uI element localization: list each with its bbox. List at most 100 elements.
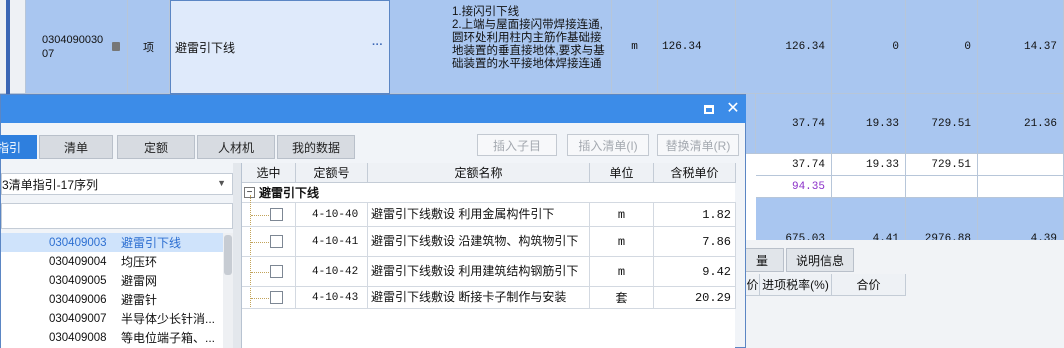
tree-item[interactable]: 030409005 避雷网 (1, 271, 233, 290)
select-cell[interactable] (242, 257, 296, 287)
row5-cell-1[interactable]: 675.03 (756, 198, 832, 242)
col-select-label: 选中 (256, 166, 281, 180)
item-type: 项 (143, 41, 154, 54)
library-select-value: 3清单指引-17序列 (2, 177, 99, 192)
select-cell[interactable] (242, 203, 296, 227)
item-code-cell[interactable]: 0304090030 07 (26, 0, 128, 94)
select-cell[interactable] (242, 287, 296, 309)
row4-cell-1[interactable]: 94.35 (756, 176, 832, 198)
tree-scrollbar[interactable] (223, 233, 233, 348)
tab-description-label: 说明信息 (795, 253, 844, 268)
col-total-label: 合价 (856, 278, 881, 292)
quota-code-cell[interactable]: 4-10-41 (296, 227, 368, 257)
quota-price-cell[interactable]: 20.29 (654, 287, 736, 309)
row3-cell-3[interactable]: 729.51 (906, 154, 978, 176)
quota-unit-cell[interactable]: m (590, 203, 654, 227)
item-unit-cell[interactable]: m (612, 0, 658, 94)
tab-partial[interactable]: 量 (740, 248, 784, 272)
tab-description[interactable]: 说明信息 (786, 248, 854, 272)
row4-cell-2[interactable] (832, 176, 906, 198)
value-cell-5[interactable]: 14.37 (978, 0, 1064, 94)
library-select[interactable]: 3清单指引-17序列 ▼ (1, 173, 233, 195)
row2-cell-3[interactable]: 729.51 (906, 94, 978, 154)
row5-cell-4[interactable]: 4.39 (978, 198, 1064, 242)
item-unit: m (631, 40, 638, 53)
quota-table: 选中 定额号 定额名称 单位 含税单价 − 避雷引下线 4-10-40 避雷引下线… (241, 163, 736, 348)
insert-list-button[interactable]: 插入清单(I) (567, 134, 649, 156)
tree-item[interactable]: 030409006 避雷针 (1, 290, 233, 309)
tree-item[interactable]: 030409008 等电位端子箱、... (1, 328, 233, 347)
quota-name-cell[interactable]: 避雷引下线敷设 断接卡子制作与安装 (368, 287, 590, 309)
tree-item-name: 避雷网 (121, 274, 158, 288)
quota-price-cell[interactable]: 7.86 (654, 227, 736, 257)
qty-cell-2[interactable]: 126.34 (736, 0, 832, 94)
row5-cell-3[interactable]: 2976.88 (906, 198, 978, 242)
col-price: 含税单价 (654, 163, 736, 183)
quota-code-cell[interactable]: 4-10-40 (296, 203, 368, 227)
quota-price-cell[interactable]: 1.82 (654, 203, 736, 227)
row3-cell-1[interactable]: 37.74 (756, 154, 832, 176)
col-unit: 单位 (590, 163, 654, 183)
item-type-cell[interactable]: 项 (128, 0, 170, 94)
panel-splitter[interactable] (233, 163, 241, 348)
dialog-title-bar[interactable]: ✕ (1, 95, 746, 123)
row2-cell-2[interactable]: 19.33 (832, 94, 906, 154)
col-code-label: 定额号 (313, 166, 350, 180)
quota-unit: m (617, 264, 626, 279)
tree-item[interactable]: 030409003 避雷引下线 (1, 233, 233, 252)
row2-value-3: 729.51 (931, 117, 971, 130)
quota-name-cell[interactable]: 避雷引下线敷设 沿建筑物、构筑物引下 (368, 227, 590, 257)
quota-unit-cell[interactable]: m (590, 257, 654, 287)
close-button[interactable]: ✕ (723, 99, 743, 119)
row3-cell-2[interactable]: 19.33 (832, 154, 906, 176)
quota-unit-cell[interactable]: 套 (590, 287, 654, 309)
row-checkbox[interactable] (270, 208, 283, 221)
select-cell[interactable] (242, 227, 296, 257)
row3-value-3: 729.51 (931, 158, 971, 171)
tree-item[interactable]: 030409007 半导体少长针消... (1, 309, 233, 328)
quota-price-cell[interactable]: 9.42 (654, 257, 736, 287)
quota-code-cell[interactable]: 4-10-43 (296, 287, 368, 309)
row4-cell-4[interactable] (978, 176, 1064, 198)
row3-cell-4[interactable] (978, 154, 1064, 176)
replace-list-button[interactable]: 替换清单(R) (657, 134, 739, 156)
row2-cell-4[interactable]: 21.36 (978, 94, 1064, 154)
quota-code: 4-10-43 (312, 291, 359, 304)
row2-cell-1[interactable]: 37.74 (756, 94, 832, 154)
quota-name-cell[interactable]: 避雷引下线敷设 利用建筑结构钢筋引下 (368, 257, 590, 287)
tree-item-code: 030409004 (49, 255, 107, 268)
tree-item[interactable]: 030409004 均压环 (1, 252, 233, 271)
row-checkbox[interactable] (270, 291, 283, 304)
row4-cell-3[interactable] (906, 176, 978, 198)
row2-value-4: 21.36 (1023, 117, 1057, 130)
guide-tree: 030409003 避雷引下线 030409004 均压环 030409005 避雷网 03… (1, 233, 233, 348)
maximize-icon (704, 104, 714, 114)
more-button[interactable]: ··· (372, 39, 383, 51)
value-cell-3[interactable]: 0 (832, 0, 906, 94)
tree-item-name: 均压环 (121, 255, 158, 269)
item-name-cell[interactable]: 避雷引下线 ··· (170, 0, 390, 94)
group-row[interactable]: − 避雷引下线 (242, 183, 736, 203)
quota-code-cell[interactable]: 4-10-42 (296, 257, 368, 287)
tree-scroll-thumb[interactable] (224, 235, 232, 275)
maximize-button[interactable] (699, 99, 719, 119)
insert-child-button[interactable]: 插入子目 (477, 134, 557, 156)
row-checkbox[interactable] (270, 235, 283, 248)
row2-edge (746, 94, 756, 154)
item-name: 避雷引下线 (175, 40, 236, 55)
tab-guide[interactable]: 指引 (0, 135, 37, 159)
lock-icon (112, 42, 120, 51)
tab-quota[interactable]: 定额 (117, 135, 195, 159)
row3-value-1: 37.74 (791, 158, 825, 171)
qty-cell-1[interactable]: 126.34 (658, 0, 736, 94)
tab-my-data[interactable]: 我的数据 (277, 135, 355, 159)
value-cell-4[interactable]: 0 (906, 0, 978, 94)
row-checkbox[interactable] (270, 265, 283, 278)
tab-bill[interactable]: 清单 (39, 135, 113, 159)
quota-unit-cell[interactable]: m (590, 227, 654, 257)
quota-name-cell[interactable]: 避雷引下线敷设 利用金属构件引下 (368, 203, 590, 227)
item-feature-cell[interactable]: 1.接闪引下线 2.上端与屋面接闪带焊接连通,圆环处利用柱内主筋作基础接地装置的… (390, 0, 612, 94)
tab-labor-material[interactable]: 人材机 (197, 135, 275, 159)
search-input[interactable] (1, 203, 233, 229)
row5-cell-2[interactable]: 4.41 (832, 198, 906, 242)
